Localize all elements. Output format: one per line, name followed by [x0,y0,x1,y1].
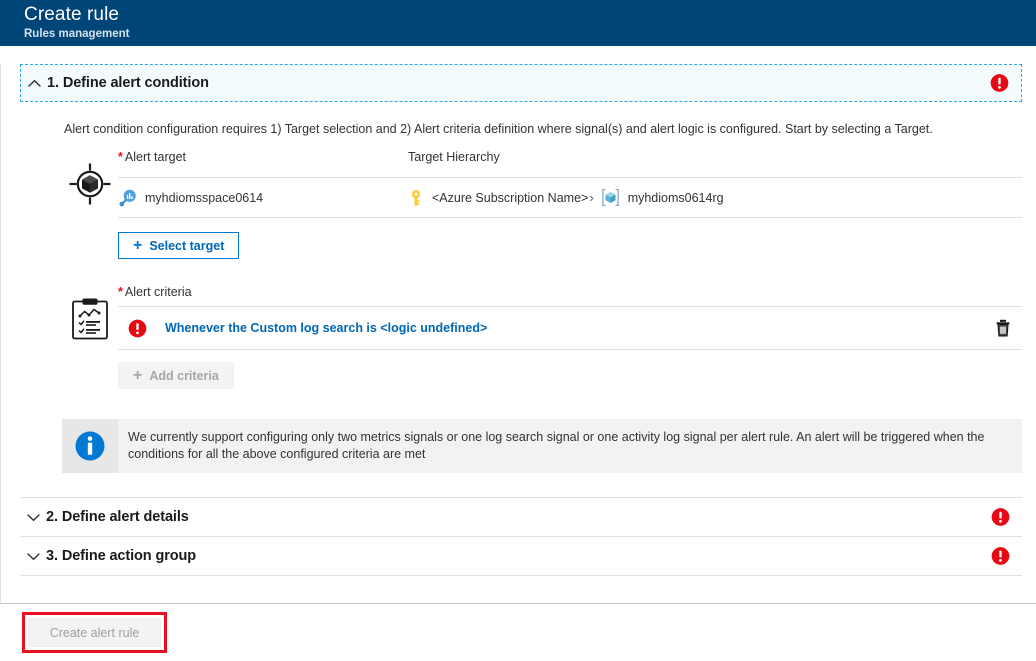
section-header-define-alert-condition[interactable]: 1. Define alert condition [20,64,1022,102]
alert-target-main: *Alert target Target Hierarchy [118,150,1022,259]
chevron-down-icon [20,513,46,522]
criteria-item-content: Whenever the Custom log search is <logic… [118,319,990,338]
section-title: 3. Define action group [46,548,196,564]
error-icon [128,319,147,338]
condition-intro-text: Alert condition configuration requires 1… [64,121,1022,138]
alert-target-label: *Alert target [118,150,408,170]
required-marker: * [118,285,123,299]
target-hierarchy-cell: <Azure Subscription Name> › myhdiom [408,188,1022,207]
clipboard-chart-checklist-icon [62,285,118,389]
section-header-define-alert-details[interactable]: 2. Define alert details [20,497,1022,536]
subscription-name: <Azure Subscription Name> [432,191,588,205]
plus-icon: + [133,368,142,384]
alert-criteria-main: *Alert criteria Whenever the Custom log … [118,285,1022,389]
key-icon [408,189,424,207]
info-icon [62,419,118,473]
required-marker: * [118,150,123,164]
resource-group-icon [601,188,620,207]
left-rail-divider [0,64,1,603]
criteria-item-row[interactable]: Whenever the Custom log search is <logic… [118,307,1022,350]
alert-criteria-block: *Alert criteria Whenever the Custom log … [62,285,1022,389]
add-criteria-label: Add criteria [149,369,218,383]
error-icon [991,508,1010,527]
resource-group-name: myhdioms0614rg [628,191,724,205]
target-hierarchy-label: Target Hierarchy [408,150,1022,170]
target-grid-header: *Alert target Target Hierarchy [118,150,1022,178]
add-criteria-button[interactable]: + Add criteria [118,362,234,389]
chevron-up-icon [21,79,47,88]
select-target-label: Select target [149,239,224,253]
info-banner-text: We currently support configuring only tw… [118,419,1022,473]
target-crosshair-cube-icon [62,150,118,259]
section-title: 1. Define alert condition [47,75,209,91]
target-row[interactable]: myhdiomsspace0614 <Azure [118,178,1022,218]
section-header-define-action-group[interactable]: 3. Define action group [20,536,1022,576]
alert-criteria-label: *Alert criteria [118,285,1022,307]
target-resource-name: myhdiomsspace0614 [145,191,263,205]
create-alert-rule-button[interactable]: Create alert rule [28,618,161,647]
error-icon [990,74,1009,93]
plus-icon: + [133,238,142,254]
page-subtitle: Rules management [24,27,1036,41]
chevron-down-icon [20,552,46,561]
section-content-define-alert-condition: Alert condition configuration requires 1… [0,121,1036,389]
log-analytics-workspace-icon [118,188,137,207]
blade-body: 1. Define alert condition Alert conditio… [0,64,1036,604]
hierarchy-separator: › [589,190,593,205]
info-banner: We currently support configuring only tw… [62,419,1022,473]
alert-target-block: *Alert target Target Hierarchy [62,150,1022,259]
blade-header: Create rule Rules management [0,0,1036,46]
section-title: 2. Define alert details [46,509,189,525]
page-title: Create rule [24,4,1036,26]
blade-footer: Create alert rule [0,604,1036,661]
error-icon [991,547,1010,566]
target-resource-cell: myhdiomsspace0614 [118,188,408,207]
trash-icon[interactable] [990,315,1016,341]
select-target-button[interactable]: + Select target [118,232,239,259]
criteria-link[interactable]: Whenever the Custom log search is <logic… [165,321,487,335]
